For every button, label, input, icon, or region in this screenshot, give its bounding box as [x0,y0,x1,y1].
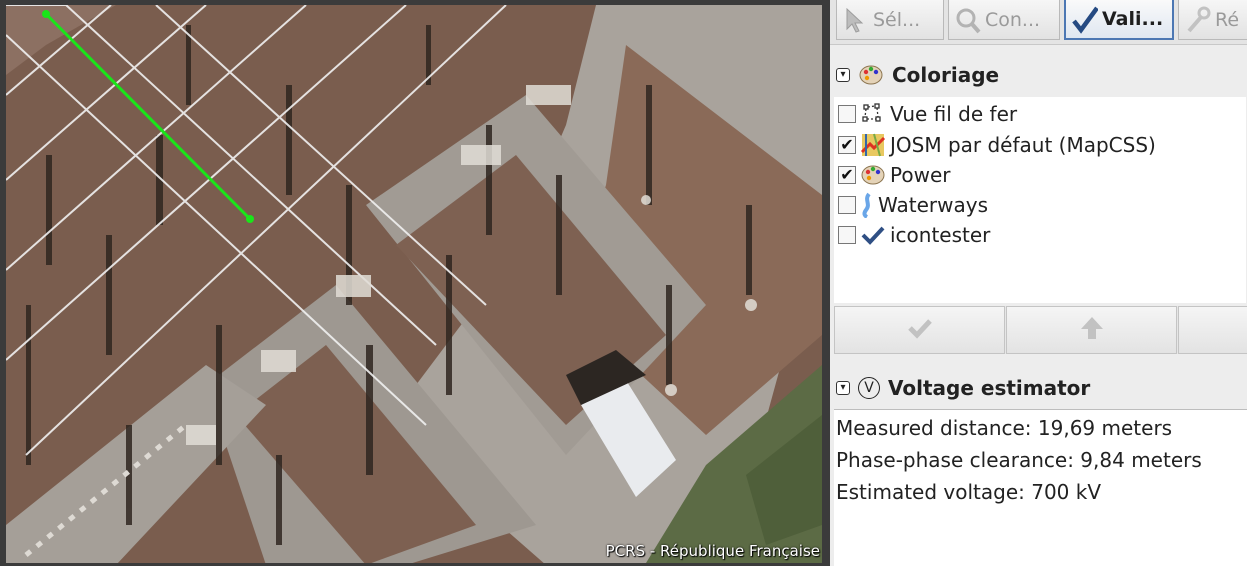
aerial-imagery [6,5,822,563]
tab-validator[interactable]: Vali... [1064,0,1174,40]
style-checkbox[interactable]: ✔ [838,166,856,184]
style-checkbox[interactable] [838,226,856,244]
arrow-up-icon [1079,315,1105,345]
coloriage-title: Coloriage [892,63,1000,87]
voltage-estimator-header[interactable]: ▾ V Voltage estimator [836,373,1090,403]
list-item[interactable]: icontester [838,220,990,250]
validator-check-icon [1072,4,1099,34]
map-style-list: Vue fil de fer ✔ JOSM par défaut (MapCSS… [834,97,1246,303]
style-label: Waterways [878,193,988,217]
style-label: Vue fil de fer [890,102,1018,126]
tab-select-label: Sél... [873,8,921,31]
tab-select[interactable]: Sél... [836,0,944,40]
tab-tools-label: Ré [1215,8,1240,31]
waterways-icon [860,192,874,219]
side-panel: Sél... Con... Vali... Ré ▾ Coloriage Vue… [830,0,1247,566]
collapse-icon[interactable]: ▾ [836,381,850,395]
list-item[interactable]: Waterways [838,190,988,220]
dialog-toolbar: Sél... Con... Vali... Ré [830,0,1247,45]
tab-validator-label: Vali... [1102,8,1164,30]
style-label: Power [890,163,951,187]
style-label: icontester [890,223,991,247]
style-label: JOSM par défaut (MapCSS) [890,133,1156,157]
activate-button[interactable] [834,306,1005,354]
select-icon [843,5,869,35]
estimated-voltage-text: Estimated voltage: 700 kV [836,480,1102,504]
tab-zoom-label: Con... [985,8,1041,31]
measured-distance-text: Measured distance: 19,69 meters [836,416,1173,440]
josm-style-icon [860,132,886,158]
list-item[interactable]: Vue fil de fer [838,99,1017,129]
tab-zoom[interactable]: Con... [948,0,1060,40]
collapse-icon[interactable]: ▾ [836,68,850,82]
voltage-estimator-output: Measured distance: 19,69 meters Phase-ph… [834,409,1247,566]
list-item[interactable]: ✔ Power [838,160,950,190]
wireframe-icon [860,101,886,127]
palette-icon [858,62,884,88]
map-view[interactable]: PCRS - République Française [6,5,822,563]
coloriage-header[interactable]: ▾ Coloriage [836,60,999,90]
map-attribution: PCRS - République Française [605,542,820,560]
tab-tools[interactable]: Ré [1178,0,1247,40]
check-icon [907,317,933,343]
style-checkbox[interactable]: ✔ [838,136,856,154]
move-up-button[interactable] [1006,306,1177,354]
checkmark-icon [860,222,886,248]
style-checkbox[interactable] [838,196,856,214]
phase-clearance-text: Phase-phase clearance: 9,84 meters [836,448,1202,472]
palette-icon [860,162,886,188]
voltage-icon: V [858,377,880,399]
style-checkbox[interactable] [838,105,856,123]
zoom-icon [955,5,981,35]
move-down-button[interactable] [1178,306,1247,354]
list-item[interactable]: ✔ JOSM par défaut (MapCSS) [838,130,1156,160]
style-button-bar [834,306,1247,354]
voltage-estimator-title: Voltage estimator [888,376,1091,400]
wrench-icon [1185,5,1211,35]
